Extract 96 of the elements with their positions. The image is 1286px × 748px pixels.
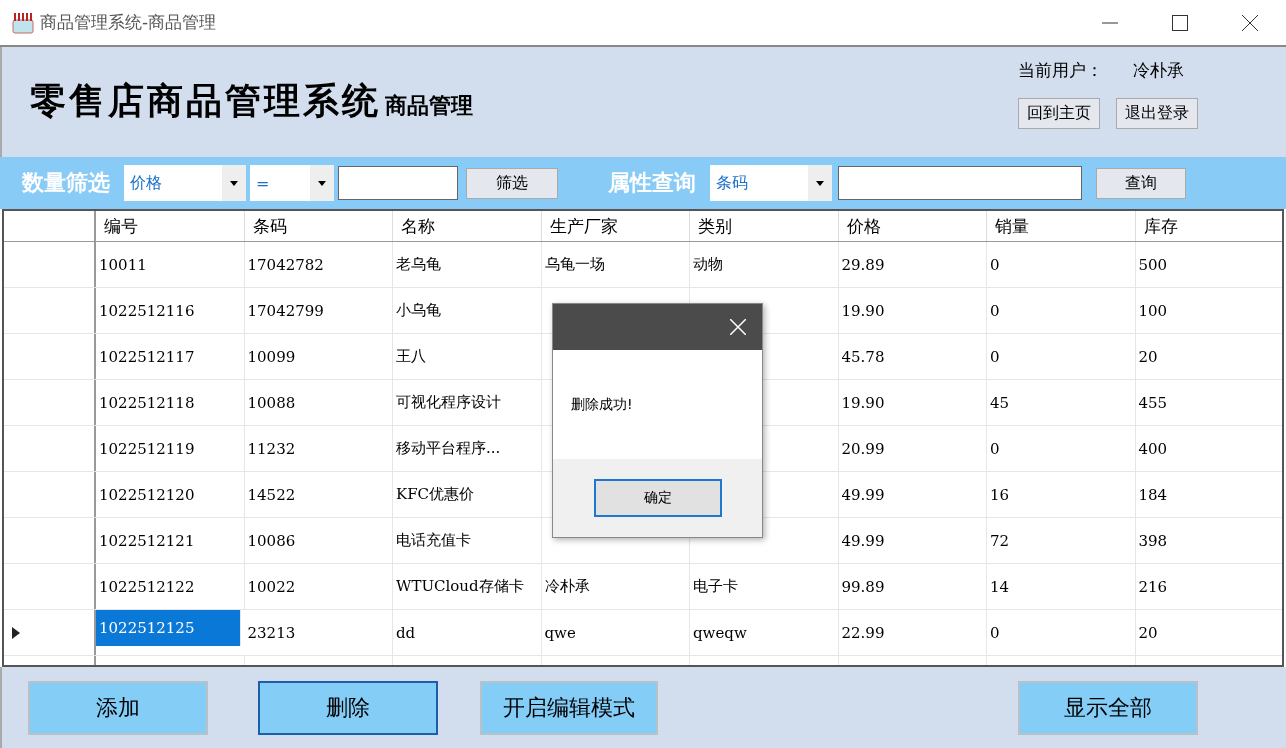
dialog-message: 删除成功! (571, 395, 633, 414)
table-cell-text: 1022512125 (99, 619, 196, 637)
table-cell: 16 (990, 485, 1010, 504)
filter-label: 数量筛选 (22, 169, 110, 197)
table-cell: 10099 (247, 347, 296, 366)
app-icon (12, 11, 34, 34)
table-cell: 19.90 (841, 393, 885, 412)
table-cell: 398 (1138, 531, 1168, 550)
maximize-icon[interactable] (1172, 14, 1188, 31)
value-field[interactable] (338, 166, 458, 200)
table-cell: 14522 (247, 485, 296, 504)
table-cell: 0 (990, 623, 1000, 642)
column-header[interactable]: 类别 (690, 211, 839, 241)
table-cell: 10086 (247, 531, 296, 550)
dropdown-arrow-icon (816, 180, 824, 186)
table-cell: 1022512121 (99, 531, 195, 550)
app-subtitle: 商品管理 (385, 91, 473, 120)
dropdown-arrow-icon (230, 180, 238, 186)
query-button[interactable]: 查询 (1096, 167, 1186, 199)
table-cell: 1022512122 (99, 577, 195, 596)
table-cell: 17042799 (247, 301, 324, 320)
table-cell: 老乌龟 (396, 255, 441, 274)
table-cell: WTUCloud存储卡 (396, 577, 524, 596)
table-cell: 0 (990, 255, 1000, 274)
close-icon[interactable] (1242, 14, 1258, 31)
action-button[interactable]: 添加 (28, 680, 208, 735)
table-cell: 400 (1138, 439, 1168, 458)
table-cell: 14 (990, 577, 1010, 596)
table-cell: 20 (1138, 623, 1158, 642)
table-cell: 1022512117 (99, 347, 195, 366)
table-cell: 动物 (693, 255, 723, 274)
table-cell: 20.99 (841, 439, 885, 458)
table-cell: 10088 (247, 393, 296, 412)
user-name: 冷朴承 (1133, 59, 1184, 82)
table-cell: 1022512120 (99, 485, 195, 504)
header-button[interactable]: 回到主页 (1018, 98, 1100, 129)
query-label: 属性查询 (608, 169, 696, 197)
table-cell: 小乌龟 (396, 301, 441, 320)
column-header[interactable]: 库存 (1135, 211, 1282, 241)
table-cell: 17042782 (247, 255, 324, 274)
table-cell: 72 (990, 531, 1010, 550)
column-header[interactable]: 条码 (244, 211, 393, 241)
table-cell: qweqw (693, 623, 747, 642)
column-header[interactable]: 编号 (96, 211, 245, 241)
field-select[interactable]: 价格 (124, 165, 246, 201)
table-cell: 11232 (247, 439, 296, 458)
table-cell: 0 (990, 439, 1000, 458)
column-header[interactable]: 生产厂家 (541, 211, 690, 241)
table-cell: 45 (990, 393, 1010, 412)
table-cell: 0 (990, 347, 1000, 366)
table-cell: 455 (1138, 393, 1168, 412)
table-cell: 电话充值卡 (396, 531, 471, 550)
query-field[interactable] (838, 166, 1082, 200)
table-cell: 45.78 (841, 347, 885, 366)
action-button[interactable]: 开启编辑模式 (480, 680, 658, 735)
table-cell: 29.89 (841, 255, 885, 274)
table-cell: 可视化程序设计 (396, 393, 501, 412)
table-cell: 移动平台程序... (396, 439, 501, 458)
table-cell: 10022 (247, 577, 296, 596)
action-button[interactable]: 删除 (258, 680, 438, 735)
table-cell: 1022512116 (99, 301, 195, 320)
table-cell: 49.99 (841, 531, 885, 550)
table-cell: 100 (1138, 301, 1168, 320)
table-cell: 电子卡 (693, 577, 738, 596)
attribute-select[interactable]: 条码 (710, 165, 832, 201)
column-header[interactable]: 名称 (393, 211, 542, 241)
filter-button[interactable]: 筛选 (466, 167, 558, 199)
table-cell: 乌龟一场 (544, 255, 605, 274)
table-cell: 216 (1138, 577, 1168, 596)
table-cell: 23213 (247, 623, 296, 642)
table-cell: qwe (544, 623, 576, 642)
table-cell: 19.90 (841, 301, 885, 320)
table-cell: 22.99 (841, 623, 885, 642)
app-title: 零售店商品管理系统 (30, 78, 381, 123)
table-cell: 99.89 (841, 577, 885, 596)
table-cell: 1022512119 (99, 439, 195, 458)
action-button[interactable]: 显示全部 (1018, 680, 1198, 735)
header-button[interactable]: 退出登录 (1116, 98, 1198, 129)
ok-button[interactable]: 确定 (593, 479, 722, 517)
column-header[interactable]: 价格 (838, 211, 987, 241)
table-cell: 王八 (396, 347, 426, 366)
user-label: 当前用户： (1018, 59, 1103, 82)
operator-select[interactable]: = (250, 165, 334, 201)
table-cell: 49.99 (841, 485, 885, 504)
table-cell: KFC优惠价 (396, 485, 475, 504)
window-title: 商品管理系统-商品管理 (40, 11, 217, 34)
dropdown-arrow-icon (318, 180, 326, 186)
column-header[interactable]: 销量 (987, 211, 1136, 241)
table-cell: dd (396, 623, 416, 642)
table-cell: 184 (1138, 485, 1168, 504)
table-cell: 1022512118 (99, 393, 195, 412)
table-cell: 冷朴承 (544, 577, 590, 596)
table-cell: 10011 (99, 255, 147, 274)
table-cell: 500 (1138, 255, 1168, 274)
table-cell: 0 (990, 301, 1000, 320)
table-cell: 20 (1138, 347, 1158, 366)
